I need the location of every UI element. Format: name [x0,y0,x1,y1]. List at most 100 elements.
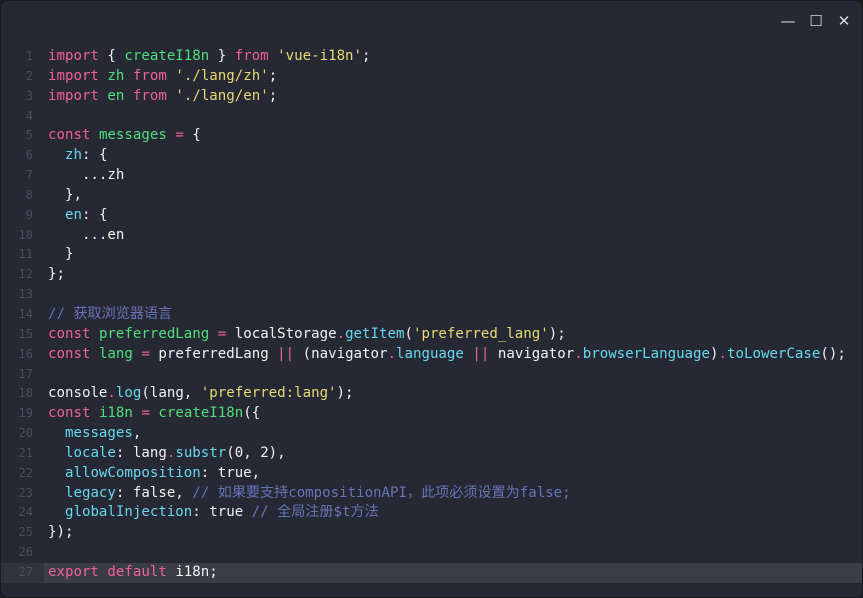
code-token: (); [820,345,846,362]
code-token: getItem [345,325,405,342]
code-token: language [396,345,464,362]
line-number: 6 [25,148,33,163]
line-number: 9 [25,207,33,222]
line-text: allowComposition: true, [48,465,260,481]
code-line[interactable]: 19 const i18n = createI18n({ [1,404,862,424]
line-number: 20 [18,426,33,441]
line-text: console.log(lang, 'preferred:lang'); [48,385,354,401]
code-token: globalInjection [64,504,193,521]
code-token: const [48,405,91,422]
line-number: 4 [25,108,33,123]
line-number: 25 [18,525,33,540]
code-token: zh [64,147,82,164]
code-token: 'preferred_lang' [412,325,549,342]
code-line[interactable]: 17 [1,365,862,385]
code-line[interactable]: 22 allowComposition: true, [1,464,862,484]
line-text: export default i18n; [44,562,862,583]
line-text: const preferredLang = localStorage.getIt… [48,326,566,342]
code-token: ) [710,345,719,362]
code-token: // 全局注册$t方法 [251,504,379,521]
line-text: legacy: false, // 如果要支持compositionAPI，此项… [48,485,571,501]
line-number: 27 [1,562,48,583]
code-token: } [48,246,74,263]
code-token: ...en [48,226,125,243]
code-line[interactable]: 1 import { createI18n } from 'vue-i18n'; [1,47,862,67]
code-line[interactable]: 2 import zh from './lang/zh'; [1,67,862,87]
line-text: ...zh [48,167,124,183]
code-token: = [141,345,150,362]
code-token: navigator [489,345,575,362]
code-token: ( [404,325,413,342]
code-line[interactable]: 27 export default i18n; [1,562,862,583]
line-text: ...en [48,227,124,243]
code-token: ; [268,87,278,104]
code-line[interactable]: 13 [1,285,862,305]
code-token: . [336,325,346,342]
line-number: 17 [18,366,33,381]
code-line[interactable]: 21 locale: lang.substr(0, 2), [1,444,862,464]
line-number: 23 [18,485,33,500]
line-text: // 获取浏览器语言 [48,306,172,322]
line-text: const lang = preferredLang || (navigator… [48,346,846,362]
line-number: 18 [18,386,33,401]
code-line[interactable]: 3 import en from './lang/en'; [1,87,862,107]
line-number: 5 [25,128,33,143]
code-token: { [183,127,201,144]
code-line[interactable]: 14 // 获取浏览器语言 [1,305,862,325]
code-token: . [107,385,116,402]
code-token: preferredLang [98,325,210,342]
code-line[interactable]: 23 legacy: false, // 如果要支持compositionAPI… [1,484,862,504]
line-text [48,544,57,560]
code-line[interactable]: 9 en: { [1,206,862,226]
code-editor[interactable]: 1 import { createI18n } from 'vue-i18n'; 2… [1,47,862,583]
code-token: i18n; [166,563,218,580]
line-number: 14 [18,306,33,321]
line-text: }, [48,187,82,203]
code-token: 'vue-i18n' [277,48,363,64]
code-line[interactable]: 16 const lang = preferredLang || (navigat… [1,345,862,365]
code-line[interactable]: 25}); [1,523,862,543]
code-token: : { [81,147,108,164]
code-token: : { [81,206,108,223]
code-line[interactable]: 6 zh: { [1,146,862,166]
code-line[interactable]: 12}; [1,265,862,285]
line-text: } [48,246,74,263]
maximize-icon[interactable]: ☐ [808,13,824,29]
close-icon[interactable]: ✕ [836,13,852,29]
code-line[interactable]: 24 globalInjection: true // 全局注册$t方法 [1,503,862,523]
code-line[interactable]: 7 ...zh [1,166,862,186]
code-token: : true [192,504,252,521]
code-token: (lang, [141,385,201,402]
code-token: export [48,563,99,580]
line-text: import { createI18n } from 'vue-i18n'; [48,48,371,64]
code-line[interactable]: 11 } [1,245,862,265]
line-number: 7 [25,168,33,183]
code-token: } [209,48,235,64]
code-line[interactable]: 10 ...en [1,226,862,246]
code-token: locale [64,444,116,461]
code-token: . [574,345,583,362]
line-text: import zh from './lang/zh'; [48,68,277,84]
code-line[interactable]: 8 }, [1,186,862,206]
line-text: import en from './lang/en'; [48,88,277,104]
line-text [48,366,57,382]
code-line[interactable]: 4 [1,107,862,127]
code-line[interactable]: 18 console.log(lang, 'preferred:lang'); [1,384,862,404]
code-line[interactable]: 20 messages, [1,424,862,444]
line-number: 19 [18,406,33,421]
code-line[interactable]: 5 const messages = { [1,126,862,146]
code-token: (0, 2), [226,444,286,461]
code-line[interactable]: 26 [1,543,862,563]
code-line[interactable]: 15 const preferredLang = localStorage.get… [1,325,862,345]
code-token: import [48,87,99,104]
code-token: messages [98,127,167,144]
line-text [48,108,57,124]
window-controls: — ☐ ✕ [780,13,852,29]
code-token: import [48,67,99,84]
minimize-icon[interactable]: — [780,13,796,29]
line-text: zh: { [48,147,107,163]
